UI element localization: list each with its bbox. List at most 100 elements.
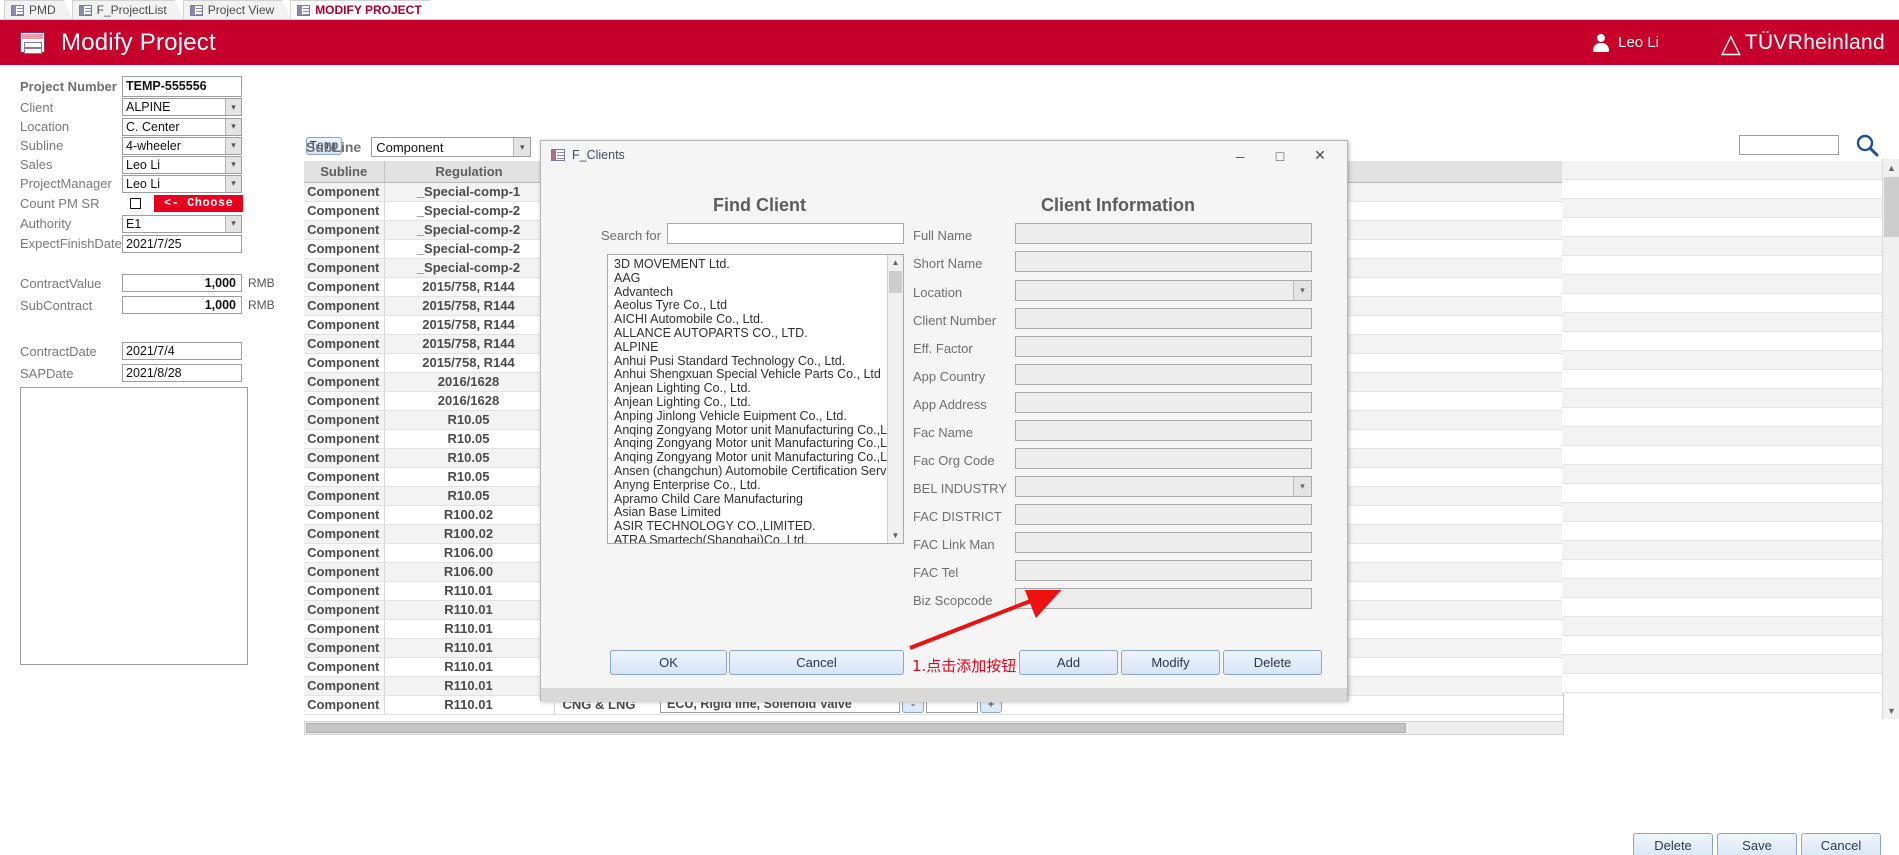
scroll-up-icon[interactable]: ▲ [1883, 159, 1899, 176]
list-item[interactable]: Asian Base Limited [612, 506, 887, 520]
app-address-field[interactable] [1015, 392, 1312, 413]
search-input[interactable] [1739, 135, 1839, 155]
subline-select[interactable]: 4-wheeler ▾ [122, 136, 242, 155]
cancel-button[interactable]: Cancel [729, 650, 904, 675]
list-item[interactable]: Anqing Zongyang Motor unit Manufacturing… [612, 450, 887, 465]
sales-select[interactable]: Leo Li ▾ [122, 155, 242, 174]
list-item[interactable]: 3D MOVEMENT Ltd. [612, 257, 887, 272]
cancel-button[interactable]: Cancel [1801, 833, 1881, 855]
list-item[interactable]: Anyng Enterprise Co., Ltd. [612, 478, 887, 493]
project-manager-select[interactable]: Leo Li ▾ [122, 174, 242, 193]
tab-f-projectlist[interactable]: F_ProjectList [72, 0, 184, 19]
tab-modify-project[interactable]: MODIFY PROJECT [290, 0, 438, 19]
list-item[interactable]: AAG [612, 271, 887, 286]
list-item[interactable]: Anqing Zongyang Motor unit Manufacturing… [612, 423, 887, 438]
list-item[interactable]: Anping Jinlong Vehicle Euipment Co., Ltd… [612, 409, 887, 424]
list-item[interactable]: AICHI Automobile Co., Ltd. [612, 312, 887, 327]
eff-factor-field[interactable] [1015, 336, 1312, 357]
location-select[interactable]: C. Center ▾ [122, 117, 242, 136]
contract-date-input[interactable]: 2021/7/4 [122, 342, 242, 360]
list-item[interactable]: Anjean Lighting Co., Ltd. [612, 381, 887, 396]
minimize-icon[interactable]: – [1221, 145, 1259, 166]
scroll-up-icon[interactable]: ▲ [888, 255, 903, 270]
contract-value-input[interactable]: 1,000 [122, 274, 242, 292]
remarks-textarea[interactable] [20, 387, 248, 665]
choose-button[interactable]: <- Choose [154, 195, 244, 212]
scroll-down-icon[interactable]: ▼ [1883, 702, 1899, 719]
count-pm-sr-checkbox[interactable] [130, 198, 141, 209]
scrollbar-thumb[interactable] [1884, 177, 1899, 237]
list-item[interactable]: Aeolus Tyre Co., Ltd [612, 299, 887, 313]
fac-name-field[interactable] [1015, 420, 1312, 441]
list-item[interactable]: Advantech [612, 285, 887, 300]
list-item[interactable]: Anjean Lighting Co., Ltd. [612, 395, 887, 410]
grid-horizontal-scrollbar[interactable] [304, 721, 1564, 735]
location-field[interactable] [1015, 280, 1312, 301]
fac-name-label: Fac Name [913, 425, 973, 440]
scrollbar-thumb[interactable] [306, 723, 1406, 733]
scrollbar-thumb[interactable] [889, 271, 902, 293]
filler-row [1562, 655, 1882, 674]
cell-regulation: R110.01 [384, 619, 555, 639]
search-for-input[interactable] [667, 223, 904, 244]
filler-row [1562, 389, 1882, 408]
cell-subline: Component [304, 296, 385, 316]
authority-select[interactable]: E1 ▾ [122, 214, 242, 233]
client-listbox[interactable]: 3D MOVEMENT Ltd. AAG Advantech Aeolus Ty… [607, 254, 904, 544]
client-number-field[interactable] [1015, 308, 1312, 329]
fac-org-code-field[interactable] [1015, 448, 1312, 469]
chevron-down-icon: ▾ [513, 138, 531, 156]
add-button[interactable]: Add [1019, 650, 1118, 675]
filler-row [1562, 522, 1882, 541]
chevron-down-icon: ▾ [225, 156, 241, 173]
eff-factor-label: Eff. Factor [913, 341, 973, 356]
filler-row [1562, 674, 1882, 693]
app-address-label: App Address [913, 397, 987, 412]
list-item[interactable]: ALPINE [612, 340, 887, 355]
close-icon[interactable]: ✕ [1301, 145, 1339, 166]
scroll-down-icon[interactable]: ▼ [888, 528, 903, 543]
list-item[interactable]: Anhui Shengxuan Special Vehicle Parts Co… [612, 368, 887, 382]
list-vertical-scrollbar[interactable]: ▲ ▼ [887, 255, 903, 543]
current-user[interactable]: Leo Li [1592, 33, 1659, 52]
biz-scopcode-field[interactable] [1015, 588, 1312, 609]
user-name: Leo Li [1618, 34, 1659, 51]
ok-button[interactable]: OK [610, 650, 727, 675]
bel-industry-field[interactable] [1015, 476, 1312, 497]
dialog-titlebar[interactable]: F_Clients – □ ✕ [541, 141, 1347, 168]
list-item[interactable]: Anhui Pusi Standard Technology Co., Ltd. [612, 354, 887, 369]
list-item[interactable]: Anqing Zongyang Motor unit Manufacturing… [612, 437, 887, 451]
list-item[interactable]: Apramo Child Care Manufacturing [612, 492, 887, 507]
sap-date-input[interactable]: 2021/8/28 [122, 364, 242, 382]
page-vertical-scrollbar[interactable]: ▲ ▼ [1882, 159, 1899, 719]
label-contract-value: ContractValue [20, 275, 102, 291]
search-icon[interactable] [1855, 133, 1879, 157]
delete-button[interactable]: Delete [1223, 650, 1322, 675]
client-value: ALPINE [126, 100, 171, 114]
app-country-field[interactable] [1015, 364, 1312, 385]
cell-regulation: R10.05 [384, 467, 555, 487]
cell-regulation: 2016/1628 [384, 391, 555, 411]
tab-project-view[interactable]: Project View [183, 0, 291, 19]
fac-district-field[interactable] [1015, 504, 1312, 525]
list-item[interactable]: ASIR TECHNOLOGY CO.,LIMITED. [612, 519, 887, 534]
expect-finish-date-input[interactable]: 2021/7/25 [122, 234, 242, 253]
sub-contract-input[interactable]: 1,000 [122, 296, 242, 314]
subline-filter-select[interactable]: Component ▾ [371, 137, 532, 157]
list-item[interactable]: ATRA Smartech(Shanghai)Co.,Ltd. [612, 533, 887, 543]
authority-value: E1 [126, 216, 142, 231]
save-button[interactable]: Save [1717, 833, 1797, 855]
delete-button[interactable]: Delete [1633, 833, 1713, 855]
short-name-field[interactable] [1015, 251, 1312, 272]
maximize-icon[interactable]: □ [1261, 145, 1299, 166]
modify-button[interactable]: Modify [1121, 650, 1220, 675]
full-name-field[interactable] [1015, 223, 1312, 244]
fac-link-man-field[interactable] [1015, 532, 1312, 553]
cell-regulation: 2015/758, R144 [384, 334, 555, 354]
list-item[interactable]: ALLANCE AUTOPARTS CO., LTD. [612, 326, 887, 341]
fac-tel-field[interactable] [1015, 560, 1312, 581]
list-item[interactable]: Ansen (changchun) Automobile Certificati… [612, 464, 887, 479]
project-number-input[interactable]: TEMP-555556 [122, 75, 242, 97]
client-select[interactable]: ALPINE ▾ [122, 98, 242, 116]
tab-pmd[interactable]: PMD [4, 0, 73, 19]
